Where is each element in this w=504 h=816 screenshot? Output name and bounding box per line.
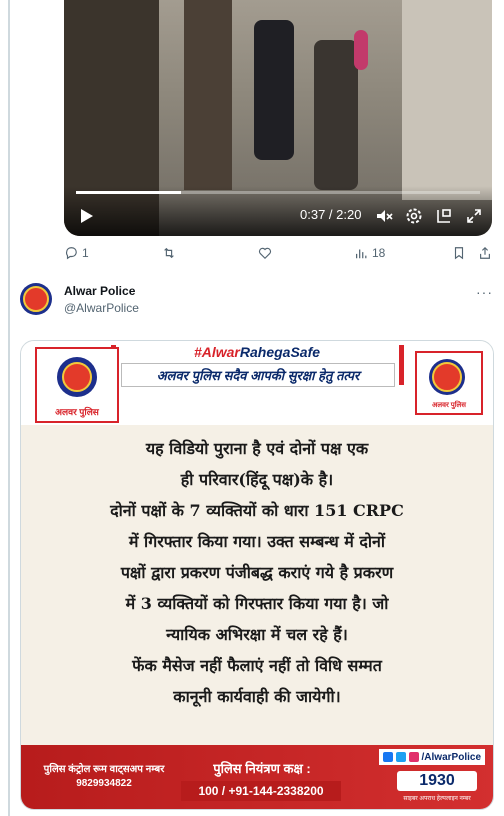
whatsapp-number: 9829934822 — [76, 778, 132, 789]
video-progress-bar[interactable] — [76, 191, 480, 194]
video-person — [254, 20, 294, 160]
instagram-icon — [408, 752, 419, 762]
analytics-icon — [356, 249, 367, 259]
poster-tagline: अलवर पुलिस सदैव आपकी सुरक्षा हेतु तत्पर — [121, 363, 395, 387]
cyber-helpline-label: साइबर अपराध हेल्पलाइन नम्बर — [403, 796, 471, 802]
police-logo-left: अलवर पुलिस — [35, 347, 119, 423]
control-room-title: पुलिस नियंत्रण कक्ष : — [213, 761, 311, 776]
video-person — [314, 40, 358, 190]
police-emblem-icon — [429, 359, 465, 395]
play-icon[interactable] — [76, 206, 96, 226]
decorative-bar — [399, 345, 404, 385]
retweet-icon — [164, 247, 174, 259]
bookmark-icon — [454, 247, 464, 260]
settings-gear-icon[interactable] — [404, 206, 424, 226]
like-button[interactable] — [258, 246, 272, 260]
social-handle-text: /AlwarPolice — [421, 751, 481, 763]
poster-header: #AlwarRahegaSafe अलवर पुलिस सदैव आपकी सु… — [21, 341, 493, 425]
police-emblem-icon — [57, 357, 97, 397]
poster-message: यह विडियो पुराना है एवं दोनों पक्ष एक ही… — [31, 433, 483, 712]
police-logo-right: अलवर पुलिस — [415, 351, 483, 415]
whatsapp-label: पुलिस कंट्रोल रूम वाट्सअप नम्बर — [43, 764, 165, 775]
poster-footer: पुलिस कंट्रोल रूम वाट्सअप नम्बर 98299348… — [21, 745, 493, 809]
share-icon — [480, 246, 490, 259]
thread-connector-line — [8, 0, 10, 816]
reply-icon — [65, 247, 77, 260]
author-handle[interactable]: @AlwarPolice — [64, 301, 139, 315]
social-handles: /AlwarPolice — [378, 749, 485, 765]
volume-muted-icon[interactable] — [374, 206, 394, 226]
author-name[interactable]: Alwar Police — [64, 284, 135, 298]
poster-line: कानूनी कार्यवाही की जायेगी। — [173, 687, 341, 706]
view-count: 18 — [372, 246, 386, 260]
more-options-icon[interactable]: ··· — [476, 284, 493, 300]
tweet-image[interactable]: #AlwarRahegaSafe अलवर पुलिस सदैव आपकी सु… — [20, 340, 494, 810]
retweet-button[interactable] — [162, 246, 176, 260]
video-progress-fill — [76, 191, 182, 194]
poster-line: न्यायिक अभिरक्षा में चल रहे हैं। — [166, 625, 348, 644]
bookmark-button[interactable] — [452, 246, 466, 260]
police-emblem-icon — [23, 286, 49, 312]
control-room-whatsapp: पुलिस कंट्रोल रूम वाट्सअप नम्बर 98299348… — [29, 763, 179, 791]
picture-in-picture-icon[interactable] — [434, 206, 454, 226]
reply-count: 1 — [82, 246, 89, 260]
poster-line: फेंक मैसेज नहीं फैलाएं नहीं तो विधि सम्म… — [132, 656, 382, 675]
poster-line: दोनों पक्षों के 7 व्यक्तियों को धारा 151… — [110, 501, 404, 520]
video-person — [354, 30, 368, 70]
poster-line: में गिरफ्तार किया गया। उक्त सम्बन्ध में … — [128, 532, 386, 551]
share-button[interactable] — [478, 246, 492, 260]
poster-line: में 3 व्यक्तियों को गिरफ्तार किया गया है… — [125, 594, 389, 613]
reply-button[interactable]: 1 — [64, 246, 89, 260]
facebook-icon — [382, 752, 393, 762]
twitter-icon — [395, 752, 406, 762]
logo-label: अलवर पुलिस — [431, 402, 467, 409]
video-scene-building — [402, 0, 492, 200]
video-scene-door — [184, 0, 232, 190]
hashtag-part-b: RahegaSafe — [239, 344, 321, 360]
video-player[interactable]: 0:37 / 2:20 — [64, 0, 492, 236]
poster-line: ही परिवार(हिंदू पक्ष)के है। — [180, 470, 334, 489]
poster-line: यह विडियो पुराना है एवं दोनों पक्ष एक — [145, 439, 369, 458]
hashtag-part-a: #Alwar — [193, 344, 240, 360]
poster-line: पक्षों द्वारा प्रकरण पंजीबद्ध कराएं गये … — [120, 563, 394, 582]
heart-icon — [258, 247, 272, 260]
fullscreen-icon[interactable] — [464, 206, 484, 226]
cyber-helpline: 1930 — [397, 771, 477, 791]
views-button[interactable]: 18 — [354, 246, 385, 260]
video-time: 0:37 / 2:20 — [300, 207, 362, 222]
logo-label: अलवर पुलिस — [55, 407, 99, 417]
control-room-numbers: 100 / +91-144-2338200 — [181, 781, 341, 801]
tweet-actions: 1 18 — [64, 246, 496, 266]
avatar[interactable] — [20, 283, 52, 315]
